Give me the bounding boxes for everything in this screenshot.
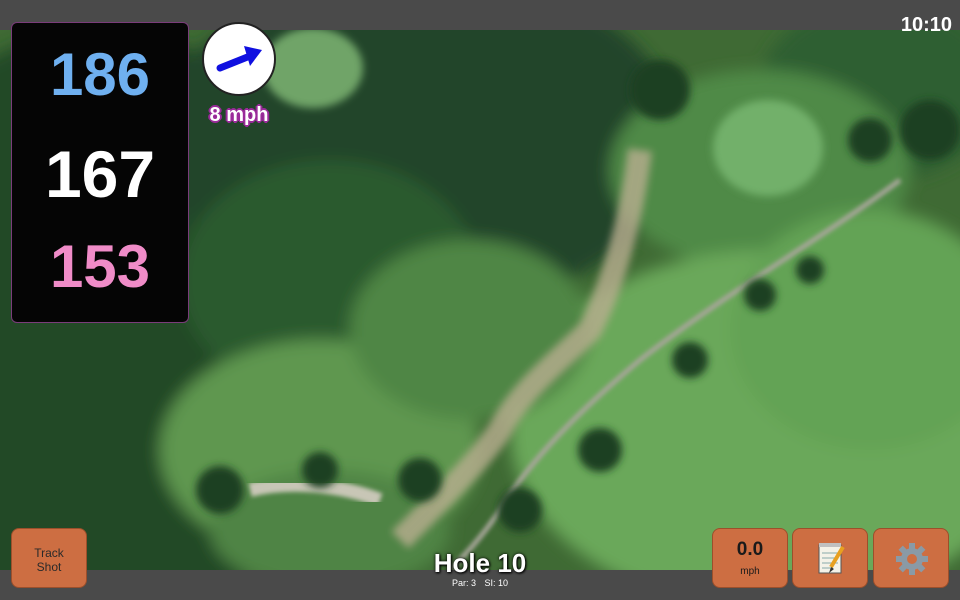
speed-button[interactable]: 0.0 mph bbox=[712, 528, 788, 588]
settings-button[interactable] bbox=[873, 528, 949, 588]
status-time: 10:10 bbox=[900, 14, 952, 36]
track-shot-button[interactable]: Track Shot bbox=[11, 528, 87, 588]
hole-stroke-index: SI: 10 bbox=[484, 578, 509, 588]
hole-info: Par: 3 SI: 10 bbox=[380, 578, 580, 588]
notepad-icon bbox=[818, 543, 845, 574]
track-shot-label-line2: Shot bbox=[36, 560, 62, 574]
speed-value: 0.0 bbox=[736, 539, 764, 560]
back-yardage: 186 bbox=[49, 41, 151, 108]
wind-speed: 8 mph bbox=[209, 104, 269, 126]
middle-yardage: 167 bbox=[44, 137, 156, 211]
notes-button[interactable] bbox=[792, 528, 868, 588]
hole-title: Hole 10 bbox=[433, 548, 527, 578]
wind-arrow-icon bbox=[216, 46, 262, 72]
wind-indicator bbox=[202, 22, 276, 96]
speed-unit: mph bbox=[740, 566, 760, 577]
front-yardage: 153 bbox=[49, 233, 151, 300]
gear-icon bbox=[896, 543, 928, 575]
hole-par: Par: 3 bbox=[451, 578, 476, 588]
yardage-panel: 186 167 153 bbox=[11, 22, 189, 323]
track-shot-label-line1: Track bbox=[34, 546, 64, 560]
